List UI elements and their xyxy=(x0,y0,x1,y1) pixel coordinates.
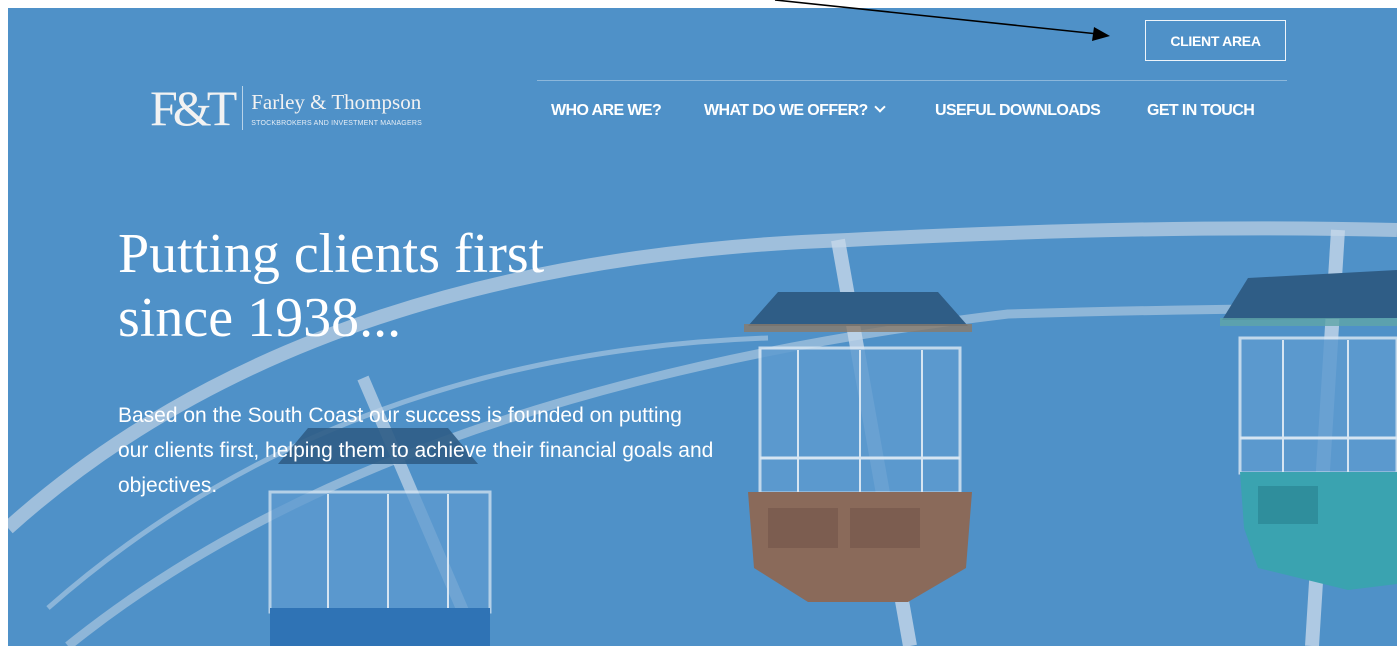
chevron-down-icon xyxy=(874,101,886,113)
nav-divider xyxy=(537,80,1287,81)
hero-headline-line1: Putting clients first xyxy=(118,223,545,285)
nav-item-label: WHAT DO WE OFFER? xyxy=(704,102,868,119)
logo-divider xyxy=(242,86,244,130)
logo-tagline: STOCKBROKERS AND INVESTMENT MANAGERS xyxy=(251,119,422,127)
nav-item-get-in-touch[interactable]: GET IN TOUCH xyxy=(1147,100,1255,122)
logo[interactable]: F&T Farley & Thompson STOCKBROKERS AND I… xyxy=(150,82,460,134)
logo-text: Farley & Thompson STOCKBROKERS AND INVES… xyxy=(251,90,422,127)
logo-name: Farley & Thompson xyxy=(251,89,422,114)
logo-mark: F&T xyxy=(150,80,237,136)
nav-item-who-are-we[interactable]: WHO ARE WE? xyxy=(551,100,662,122)
client-area-button[interactable]: CLIENT AREA xyxy=(1145,20,1286,61)
nav-item-what-do-we-offer[interactable]: WHAT DO WE OFFER? xyxy=(704,100,886,122)
nav-item-useful-downloads[interactable]: USEFUL DOWNLOADS xyxy=(935,100,1101,122)
hero-subtext: Based on the South Coast our success is … xyxy=(118,404,714,497)
hero-headline: Putting clients first since 1938... xyxy=(118,222,738,350)
hero-headline-line2: since 1938... xyxy=(118,287,402,349)
